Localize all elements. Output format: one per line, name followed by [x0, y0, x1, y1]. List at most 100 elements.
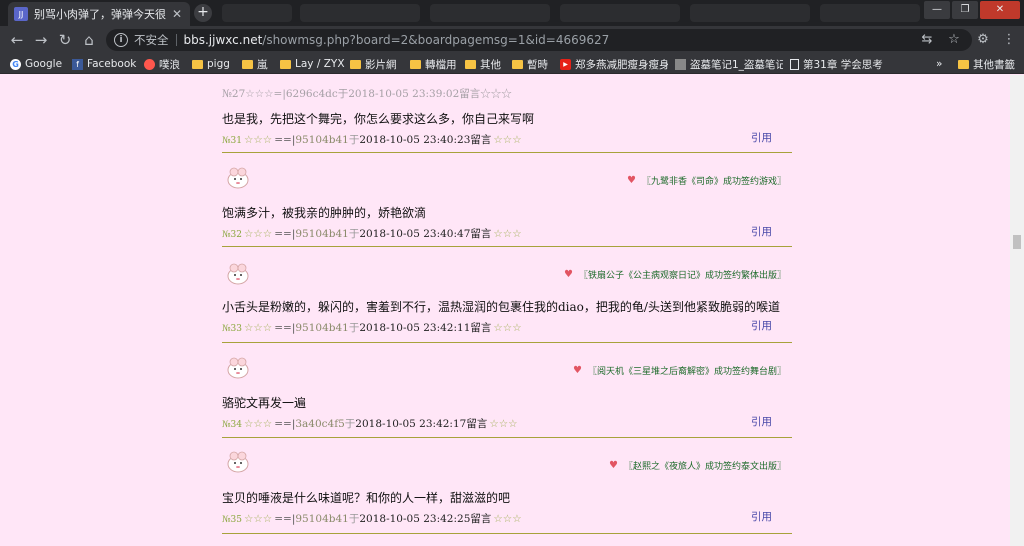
at-label: 于	[348, 134, 360, 146]
background-tab[interactable]	[690, 4, 810, 22]
post-divider	[222, 533, 792, 534]
omnibox-divider	[175, 34, 177, 46]
other-bookmarks[interactable]: 其他書籤	[958, 56, 1015, 72]
google-icon: G	[10, 58, 21, 70]
bookmark-label: Facebook	[87, 58, 137, 70]
bookmarks-overflow-button[interactable]: »	[936, 56, 942, 72]
post-divider	[222, 437, 792, 438]
separator: ==|	[274, 418, 296, 430]
bookmark-label: 其他書籤	[973, 58, 1015, 71]
facebook-icon: f	[72, 58, 83, 70]
signature[interactable]: ♥ 〖铁扇公子《公主病观察日记》成功签约繁体出版〗	[564, 268, 786, 281]
bookmark-label: 影片網	[365, 58, 397, 71]
bookmark-google[interactable]: G Google	[10, 56, 62, 72]
folder-icon	[512, 59, 523, 69]
signature-text: 〖赵熙之《夜旅人》成功签约泰文出版〗	[623, 462, 786, 472]
translate-icon[interactable]: ⇆	[918, 31, 936, 49]
minimize-button[interactable]: —	[924, 1, 950, 19]
bookmark-label: 郑多燕减肥瘦身瘦身	[575, 58, 668, 71]
quote-link[interactable]: 引用	[751, 224, 772, 239]
background-tab[interactable]	[820, 4, 920, 22]
reload-icon[interactable]: ↻	[56, 31, 74, 49]
menu-dots-icon[interactable]: ⋮	[1000, 31, 1018, 49]
post-body: 小舌头是粉嫩的，躲闪的，害羞到不行，温热湿润的包裹住我的diao，把我的龟/头送…	[222, 300, 780, 314]
background-tab[interactable]	[560, 4, 680, 22]
folder-icon	[192, 59, 203, 69]
stars: ☆☆☆	[493, 228, 522, 240]
image-icon	[675, 58, 686, 70]
post: ♥ 〖赵熙之《夜旅人》成功签约泰文出版〗 宝贝的唾液是什么味道呢？和你的人一样，…	[222, 446, 792, 536]
bookmark-folder[interactable]: 暫時	[512, 56, 548, 72]
quote-link[interactable]: 引用	[751, 318, 772, 333]
post-body: 宝贝的唾液是什么味道呢？和你的人一样，甜滋滋的吧	[222, 491, 511, 505]
heart-icon: ♥	[627, 175, 636, 186]
back-arrow-icon[interactable]: ←	[8, 31, 26, 49]
stars: ☆☆☆	[493, 134, 522, 146]
bookmark-folder[interactable]: 影片網	[350, 56, 397, 72]
folder-icon	[242, 59, 253, 69]
stars: ☆☆☆	[243, 228, 273, 240]
bookmark-youtube[interactable]: ▶ 郑多燕减肥瘦身瘦身	[560, 56, 668, 72]
folder-icon	[465, 59, 476, 69]
heart-icon: ♥	[564, 269, 573, 280]
plurk-icon	[144, 58, 155, 70]
url-path: /showmsg.php?board=2&boardpagemsg=1&id=4…	[262, 33, 610, 47]
posted-label: 留言	[470, 513, 492, 525]
bookmark-plurk[interactable]: 噗浪	[144, 56, 180, 72]
quote-link[interactable]: 引用	[751, 414, 772, 429]
quote-link[interactable]: 引用	[751, 509, 772, 524]
bookmark-folder[interactable]: 轉檔用	[410, 56, 457, 72]
post-number: №32	[222, 230, 242, 240]
maximize-button[interactable]: ❐	[952, 1, 978, 19]
window-controls: — ❐ ✕	[924, 1, 1020, 19]
bookmark-folder[interactable]: Lay / ZYX	[280, 56, 345, 72]
info-icon[interactable]: i	[114, 33, 128, 47]
bookmarks-bar: G Google f Facebook 噗浪 pigg 嵐 Lay / ZYX …	[0, 54, 1024, 74]
close-window-button[interactable]: ✕	[980, 1, 1020, 19]
avatar	[227, 167, 249, 189]
background-tab[interactable]	[300, 4, 420, 22]
bookmark-folder[interactable]: 嵐	[242, 56, 268, 72]
bookmark-label: Lay / ZYX	[295, 58, 345, 70]
bookmark-image[interactable]: 盗墓笔记1_盗墓笔记	[675, 56, 783, 72]
bookmark-star-icon[interactable]: ☆	[945, 31, 963, 49]
scrollbar[interactable]	[1010, 75, 1024, 546]
bookmark-facebook[interactable]: f Facebook	[72, 56, 136, 72]
forward-arrow-icon[interactable]: →	[32, 31, 50, 49]
background-tab[interactable]	[222, 4, 292, 22]
stars: ☆☆☆	[493, 322, 522, 334]
post-meta: №33 ☆☆☆ ==| 95104b41 于 2018-10-05 23:42:…	[222, 320, 524, 335]
signature[interactable]: ♥ 〖阅天机《三星堆之后裔解密》成功签约舞台剧〗	[573, 364, 786, 377]
active-tab[interactable]: JJ 别骂小肉弹了，弹弹今天很美很 ✕	[8, 2, 190, 26]
avatar	[227, 263, 249, 285]
post-date: 2018-10-05 23:42:25	[359, 513, 471, 525]
bookmark-folder[interactable]: pigg	[192, 56, 230, 72]
home-icon[interactable]: ⌂	[80, 31, 98, 49]
background-tab[interactable]	[430, 4, 550, 22]
address-bar[interactable]: i 不安全 bbs.jjwxc.net /showmsg.php?board=2…	[106, 29, 972, 51]
post-date: 2018-10-05 23:42:17	[355, 418, 467, 430]
bookmark-label: 第31章 学会思考	[803, 58, 883, 71]
signature-text: 〖九鹭非香《司命》成功签约游戏〗	[641, 177, 786, 187]
signature[interactable]: ♥ 〖九鹭非香《司命》成功签约游戏〗	[627, 174, 786, 187]
at-label: 于	[348, 228, 360, 240]
signature[interactable]: ♥ 〖赵熙之《夜旅人》成功签约泰文出版〗	[609, 459, 786, 472]
bookmark-page[interactable]: 第31章 学会思考	[790, 56, 883, 72]
signature-text: 〖阅天机《三星堆之后裔解密》成功签约舞台剧〗	[587, 367, 786, 377]
bookmark-label: 轉檔用	[425, 58, 457, 71]
bookmark-label: pigg	[207, 58, 230, 70]
new-tab-button[interactable]: +	[194, 4, 212, 22]
posted-label: 留言	[466, 418, 488, 430]
quote-link[interactable]: 引用	[751, 130, 772, 145]
scrollbar-thumb[interactable]	[1013, 235, 1021, 249]
post-number: №31	[222, 136, 242, 146]
user-id: 95104b41	[295, 322, 349, 334]
tab-title: 别骂小肉弹了，弹弹今天很美很	[34, 8, 166, 21]
bookmark-folder[interactable]: 其他	[465, 56, 501, 72]
separator: ==|	[274, 322, 296, 334]
folder-icon	[350, 59, 361, 69]
tab-close-icon[interactable]: ✕	[170, 7, 184, 21]
post-divider	[222, 152, 792, 153]
folder-icon	[410, 59, 421, 69]
extension-icon[interactable]: ⚙	[974, 31, 992, 49]
